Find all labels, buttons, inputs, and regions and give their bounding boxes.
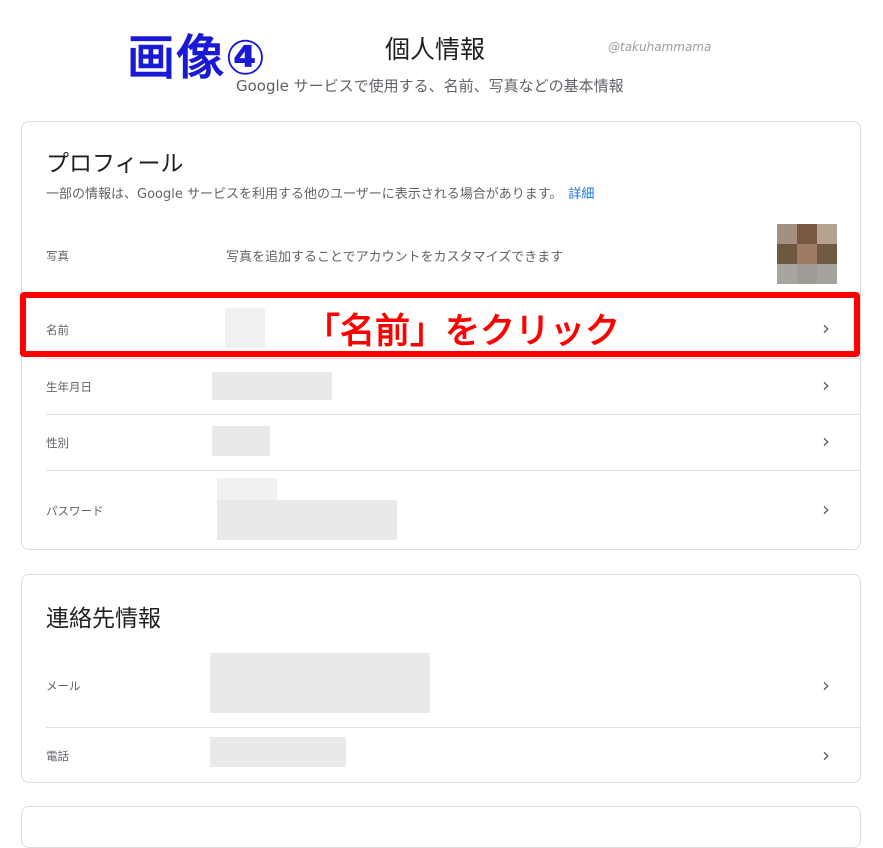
contact-card: 連絡先情報 メール › 電話 › xyxy=(21,574,861,783)
click-instruction: 「名前」をクリック xyxy=(305,312,621,352)
chevron-right-icon[interactable]: › xyxy=(822,373,830,397)
password-value-redacted xyxy=(217,478,277,500)
gender-label: 性別 xyxy=(46,436,69,450)
page-subtitle: Google サービスで使用する、名前、写真などの基本情報 xyxy=(236,77,624,95)
password-row[interactable]: パスワード › xyxy=(22,470,860,548)
details-link[interactable]: 詳細 xyxy=(568,187,594,202)
phone-row[interactable]: 電話 › xyxy=(22,727,860,781)
gender-row[interactable]: 性別 › xyxy=(22,414,860,470)
chevron-right-icon[interactable]: › xyxy=(822,673,830,697)
profile-title: プロフィール xyxy=(46,151,184,177)
birthday-value-redacted xyxy=(212,372,332,400)
photo-row[interactable]: 写真 写真を追加することでアカウントをカスタマイズできます xyxy=(22,218,860,292)
photo-hint: 写真を追加することでアカウントをカスタマイズできます xyxy=(226,250,564,265)
email-label: メール xyxy=(46,679,81,693)
birthday-label: 生年月日 xyxy=(46,380,92,394)
birthday-row[interactable]: 生年月日 › xyxy=(22,358,860,414)
email-row[interactable]: メール › xyxy=(22,645,860,727)
chevron-right-icon[interactable]: › xyxy=(822,429,830,453)
photo-label: 写真 xyxy=(46,249,69,263)
gender-value-redacted xyxy=(212,426,270,456)
watermark: @takuhammama xyxy=(608,40,712,54)
password-label: パスワード xyxy=(46,504,104,518)
chevron-right-icon[interactable]: › xyxy=(822,743,830,767)
phone-label: 電話 xyxy=(46,749,69,763)
phone-value-redacted xyxy=(210,737,346,767)
profile-description: 一部の情報は、Google サービスを利用する他のユーザーに表示される場合があり… xyxy=(46,183,594,202)
profile-description-text: 一部の情報は、Google サービスを利用する他のユーザーに表示される場合があり… xyxy=(46,187,563,202)
password-value-redacted xyxy=(217,500,397,540)
next-card xyxy=(21,806,861,848)
page-title: 個人情報 xyxy=(385,35,486,64)
chevron-right-icon[interactable]: › xyxy=(822,497,830,521)
contact-title: 連絡先情報 xyxy=(46,606,161,632)
email-value-redacted xyxy=(210,653,430,713)
avatar[interactable] xyxy=(777,224,837,284)
